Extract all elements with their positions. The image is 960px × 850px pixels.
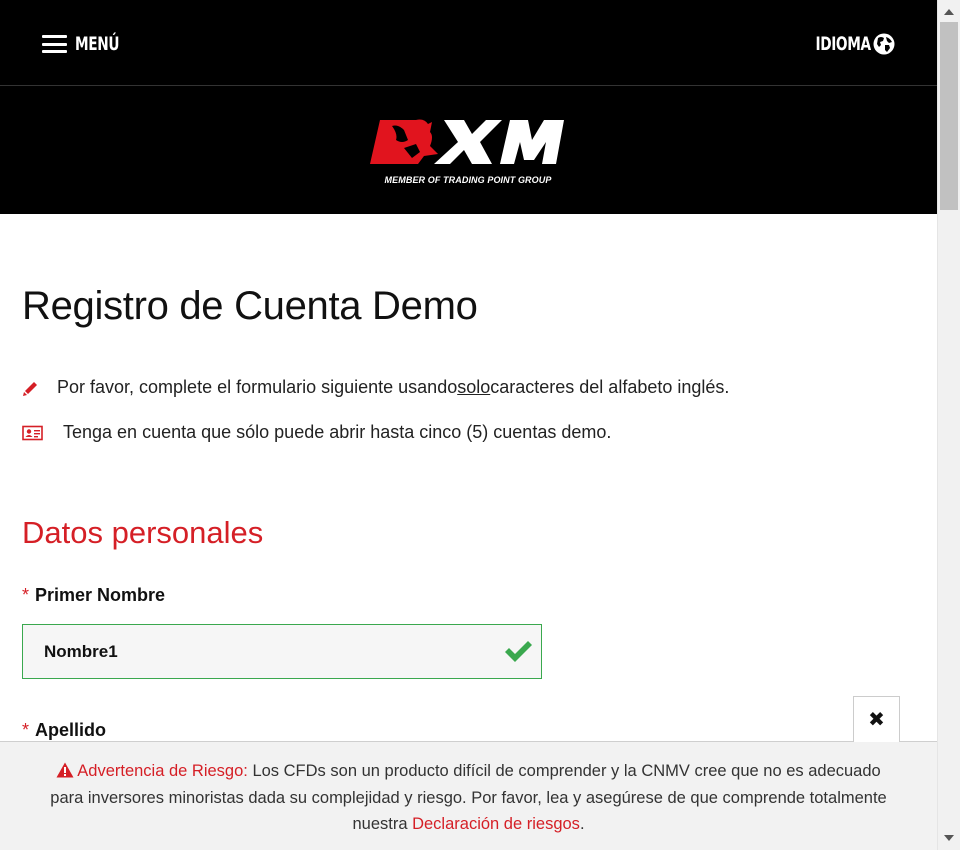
language-label: IDIOMA: [815, 33, 872, 55]
close-risk-warning-button[interactable]: ✖: [853, 696, 900, 742]
logo-band: MEMBER OF TRADING POINT GROUP: [0, 86, 937, 214]
risk-warning-banner: Advertencia de Riesgo: Los CFDs son un p…: [0, 741, 937, 850]
menu-button[interactable]: MENÚ: [42, 30, 136, 58]
instruction-note: Por favor, complete el formulario siguie…: [22, 377, 729, 398]
risk-warning-title: Advertencia de Riesgo:: [77, 762, 248, 780]
warning-icon: [56, 762, 74, 778]
check-icon: [505, 641, 532, 662]
risk-declaration-link[interactable]: Declaración de riesgos: [412, 815, 580, 833]
menu-label: MENÚ: [75, 33, 120, 55]
id-card-icon: [22, 425, 43, 440]
first-name-field-wrapper: [22, 624, 542, 679]
scrollbar-thumb[interactable]: [940, 22, 958, 210]
instruction-text-start: Por favor, complete el formulario siguie…: [57, 377, 458, 397]
risk-warning-text: Advertencia de Riesgo: Los CFDs son un p…: [40, 758, 897, 838]
scroll-down-arrow-icon[interactable]: [938, 828, 960, 848]
account-limit-text: Tenga en cuenta que sólo puede abrir has…: [63, 422, 612, 442]
risk-warning-end: .: [579, 815, 585, 833]
first-name-label: * Primer Nombre: [22, 585, 165, 606]
first-name-label-text: Primer Nombre: [35, 585, 166, 605]
page-title: Registro de Cuenta Demo: [22, 284, 478, 328]
first-name-input[interactable]: [23, 625, 493, 678]
pencil-icon: [23, 381, 37, 396]
scroll-up-arrow-icon[interactable]: [938, 2, 960, 22]
required-marker: *: [22, 720, 30, 740]
section-title-personal-data: Datos personales: [22, 515, 264, 550]
globe-icon: [873, 33, 895, 55]
hamburger-icon: [42, 35, 67, 53]
language-button[interactable]: IDIOMA: [794, 30, 895, 58]
account-limit-note: Tenga en cuenta que sólo puede abrir has…: [22, 422, 611, 443]
instruction-text-end: caracteres del alfabeto inglés.: [490, 377, 730, 397]
vertical-scrollbar[interactable]: [937, 0, 960, 850]
instruction-underlined: solo: [457, 377, 491, 397]
required-marker: *: [22, 585, 30, 605]
logo-tagline: MEMBER OF TRADING POINT GROUP: [384, 175, 552, 185]
page: MENÚ IDIOMA MEMBER OF TRADING POINT GROU…: [0, 0, 937, 850]
top-nav-bar: MENÚ IDIOMA: [0, 0, 937, 86]
last-name-label-text: Apellido: [35, 720, 107, 740]
close-icon: ✖: [868, 708, 885, 731]
last-name-label: * Apellido: [22, 720, 106, 741]
